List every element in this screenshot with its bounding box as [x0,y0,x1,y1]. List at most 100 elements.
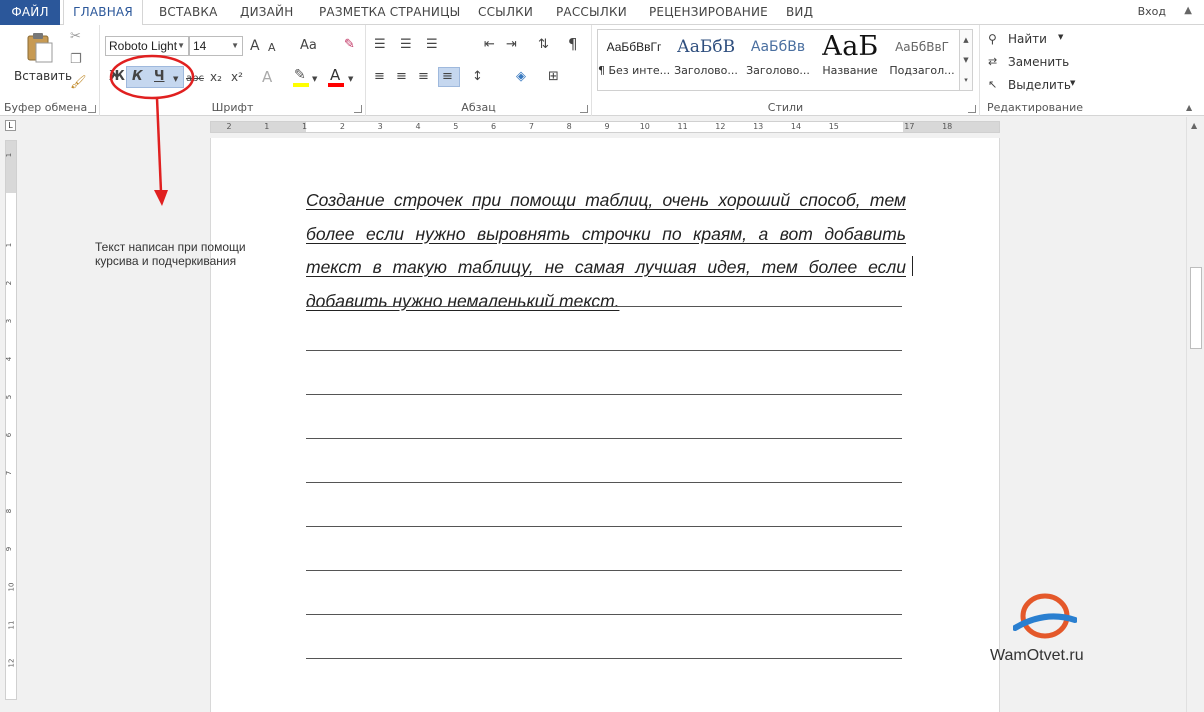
superscript-button[interactable]: x² [231,69,243,85]
chevron-down-icon: ▼ [1070,79,1076,87]
align-right-icon[interactable]: ≡ [418,69,429,85]
style-normal[interactable]: АаБбВвГг ¶ Без инте... [598,30,670,90]
font-color-icon[interactable]: A [330,67,340,83]
bullets-icon[interactable]: ☰ [374,37,386,53]
annotation-text: Текст написан при помощи курсива и подче… [95,240,246,268]
ruler-tick-label: 3 [5,318,14,324]
copy-icon[interactable]: ❐ [70,52,82,68]
clear-formatting-icon[interactable]: ✎ [344,37,355,53]
vertical-ruler[interactable]: 1 1 2 3 4 5 6 7 8 9 10 11 12 [5,140,17,700]
replace-button[interactable]: ⇄ Заменить [988,54,1084,72]
style-name: Подзагол... [889,64,955,77]
align-center-icon[interactable]: ≡ [396,69,407,85]
ruler-tick-label: 5 [453,122,459,131]
change-case-button[interactable]: Aa [300,38,317,54]
dialog-launcher-icon[interactable] [88,105,96,113]
style-sample: АаБбВвГ [895,40,949,54]
strikethrough-button[interactable]: abc [186,71,204,87]
font-name-value: Roboto Light [109,39,178,53]
font-color-swatch [328,83,344,87]
style-subtitle[interactable]: АаБбВвГ Подзагол... [886,30,958,90]
document-page[interactable]: Создание строчек при помощи таблиц, очен… [210,138,1000,712]
tab-references[interactable]: ССЫЛКИ [478,0,533,25]
document-body-text[interactable]: Создание строчек при помощи таблиц, очен… [306,184,906,318]
borders-icon[interactable]: ⊞ [548,69,559,85]
tab-mailings[interactable]: РАССЫЛКИ [556,0,627,25]
multilevel-list-icon[interactable]: ☰ [426,37,438,53]
ruler-tick-label: 11 [7,620,16,630]
replace-label: Заменить [1008,55,1070,69]
tab-layout[interactable]: РАЗМЕТКА СТРАНИЦЫ [319,0,460,25]
sort-icon[interactable]: ⇅ [538,37,549,53]
italic-button[interactable]: К [132,69,143,85]
font-name-select[interactable]: Roboto Light ▼ [105,36,189,56]
tab-review[interactable]: РЕЦЕНЗИРОВАНИЕ [649,0,768,25]
show-marks-button[interactable]: ¶ [568,36,578,52]
chevron-up-icon[interactable]: ▲ [1191,121,1197,130]
style-heading-2[interactable]: АаБбВв Заголово... [742,30,814,90]
more-styles-icon[interactable]: ▾ [960,70,972,90]
tab-file[interactable]: ФАЙЛ [0,0,60,25]
clipboard-icon [27,33,53,63]
numbering-icon[interactable]: ☰ [400,37,412,53]
ruler-tick-label: 14 [790,122,802,131]
format-painter-icon[interactable]: 🖌 [70,75,87,91]
chevron-up-icon[interactable]: ▲ [960,30,972,50]
ruler-tick-label: 12 [715,122,726,131]
chevron-down-icon[interactable]: ▼ [960,50,972,70]
text-cursor [912,256,913,276]
ruler-left-margin [211,122,306,132]
grow-font-button[interactable]: A [250,38,260,54]
chevron-down-icon: ▼ [231,41,239,50]
style-name: Заголово... [674,64,738,77]
horizontal-ruler[interactable]: 2 1 1 2 3 4 5 6 7 8 9 10 11 12 13 14 15 17 18 [210,121,1000,133]
scrollbar-thumb[interactable] [1190,267,1202,349]
select-button[interactable]: ↖ Выделить ▼ [988,77,1084,95]
ruler-tick-label: 8 [566,122,572,131]
dialog-launcher-icon[interactable] [968,105,976,113]
decrease-indent-icon[interactable]: ⇤ [484,37,495,53]
shrink-font-button[interactable]: A [268,40,276,56]
font-size-select[interactable]: 14 ▼ [189,36,243,56]
chevron-down-icon[interactable]: ▼ [348,71,353,87]
increase-indent-icon[interactable]: ⇥ [506,37,517,53]
font-group-label: Шрифт [211,101,254,114]
tab-home[interactable]: ГЛАВНАЯ [63,0,143,26]
line-spacing-icon[interactable]: ↕ [472,69,483,85]
subscript-button[interactable]: x₂ [210,69,222,85]
tab-selector[interactable]: L [0,117,22,135]
find-button[interactable]: ⚲ Найти ▼ [988,31,1078,49]
align-left-icon[interactable]: ≡ [374,69,385,85]
justify-icon[interactable]: ≡ [442,69,453,85]
tab-insert[interactable]: ВСТАВКА [159,0,218,25]
tab-design[interactable]: ДИЗАЙН [240,0,293,25]
cut-icon[interactable]: ✂ [70,29,81,45]
text-effects-icon[interactable]: A [262,69,272,85]
chevron-up-icon[interactable]: ▲ [1184,5,1192,16]
underline-button[interactable]: Ч [154,69,165,85]
tab-view[interactable]: ВИД [786,0,813,25]
paste-button[interactable]: Вставить [8,29,72,87]
table-line [306,526,902,527]
ruler-tick-label: 1 [302,122,308,131]
ruler-tick-label: 10 [639,122,650,131]
bold-button[interactable]: Ж [109,69,125,85]
tab-stop-icon: L [5,120,16,131]
chevron-down-icon[interactable]: ▼ [173,71,178,87]
styles-gallery-scroll[interactable]: ▲ ▼ ▾ [959,29,973,91]
collapse-ribbon-icon[interactable]: ▲ [1186,100,1192,116]
chevron-down-icon[interactable]: ▼ [312,71,317,87]
style-heading-1[interactable]: АаБбВ Заголово... [670,30,742,90]
table-line [306,394,902,395]
vertical-scrollbar[interactable]: ▲ [1186,117,1204,712]
group-paragraph: ☰ ☰ ☰ ⇤ ⇥ ⇅ ¶ ≡ ≡ ≡ ≡ ↕ ◈ ⊞ Абзац [366,25,592,116]
highlight-pen-icon[interactable]: ✎ [294,67,306,83]
styles-group-label: Стили [767,101,804,114]
shading-icon[interactable]: ◈ [516,69,526,85]
sign-in-link[interactable]: Вход [1138,5,1166,18]
dialog-launcher-icon[interactable] [580,105,588,113]
style-title[interactable]: АаБ Название [814,30,886,90]
editing-group-label: Редактирование [987,101,1083,114]
ruler-tick-label: 9 [604,122,610,131]
dialog-launcher-icon[interactable] [354,105,362,113]
